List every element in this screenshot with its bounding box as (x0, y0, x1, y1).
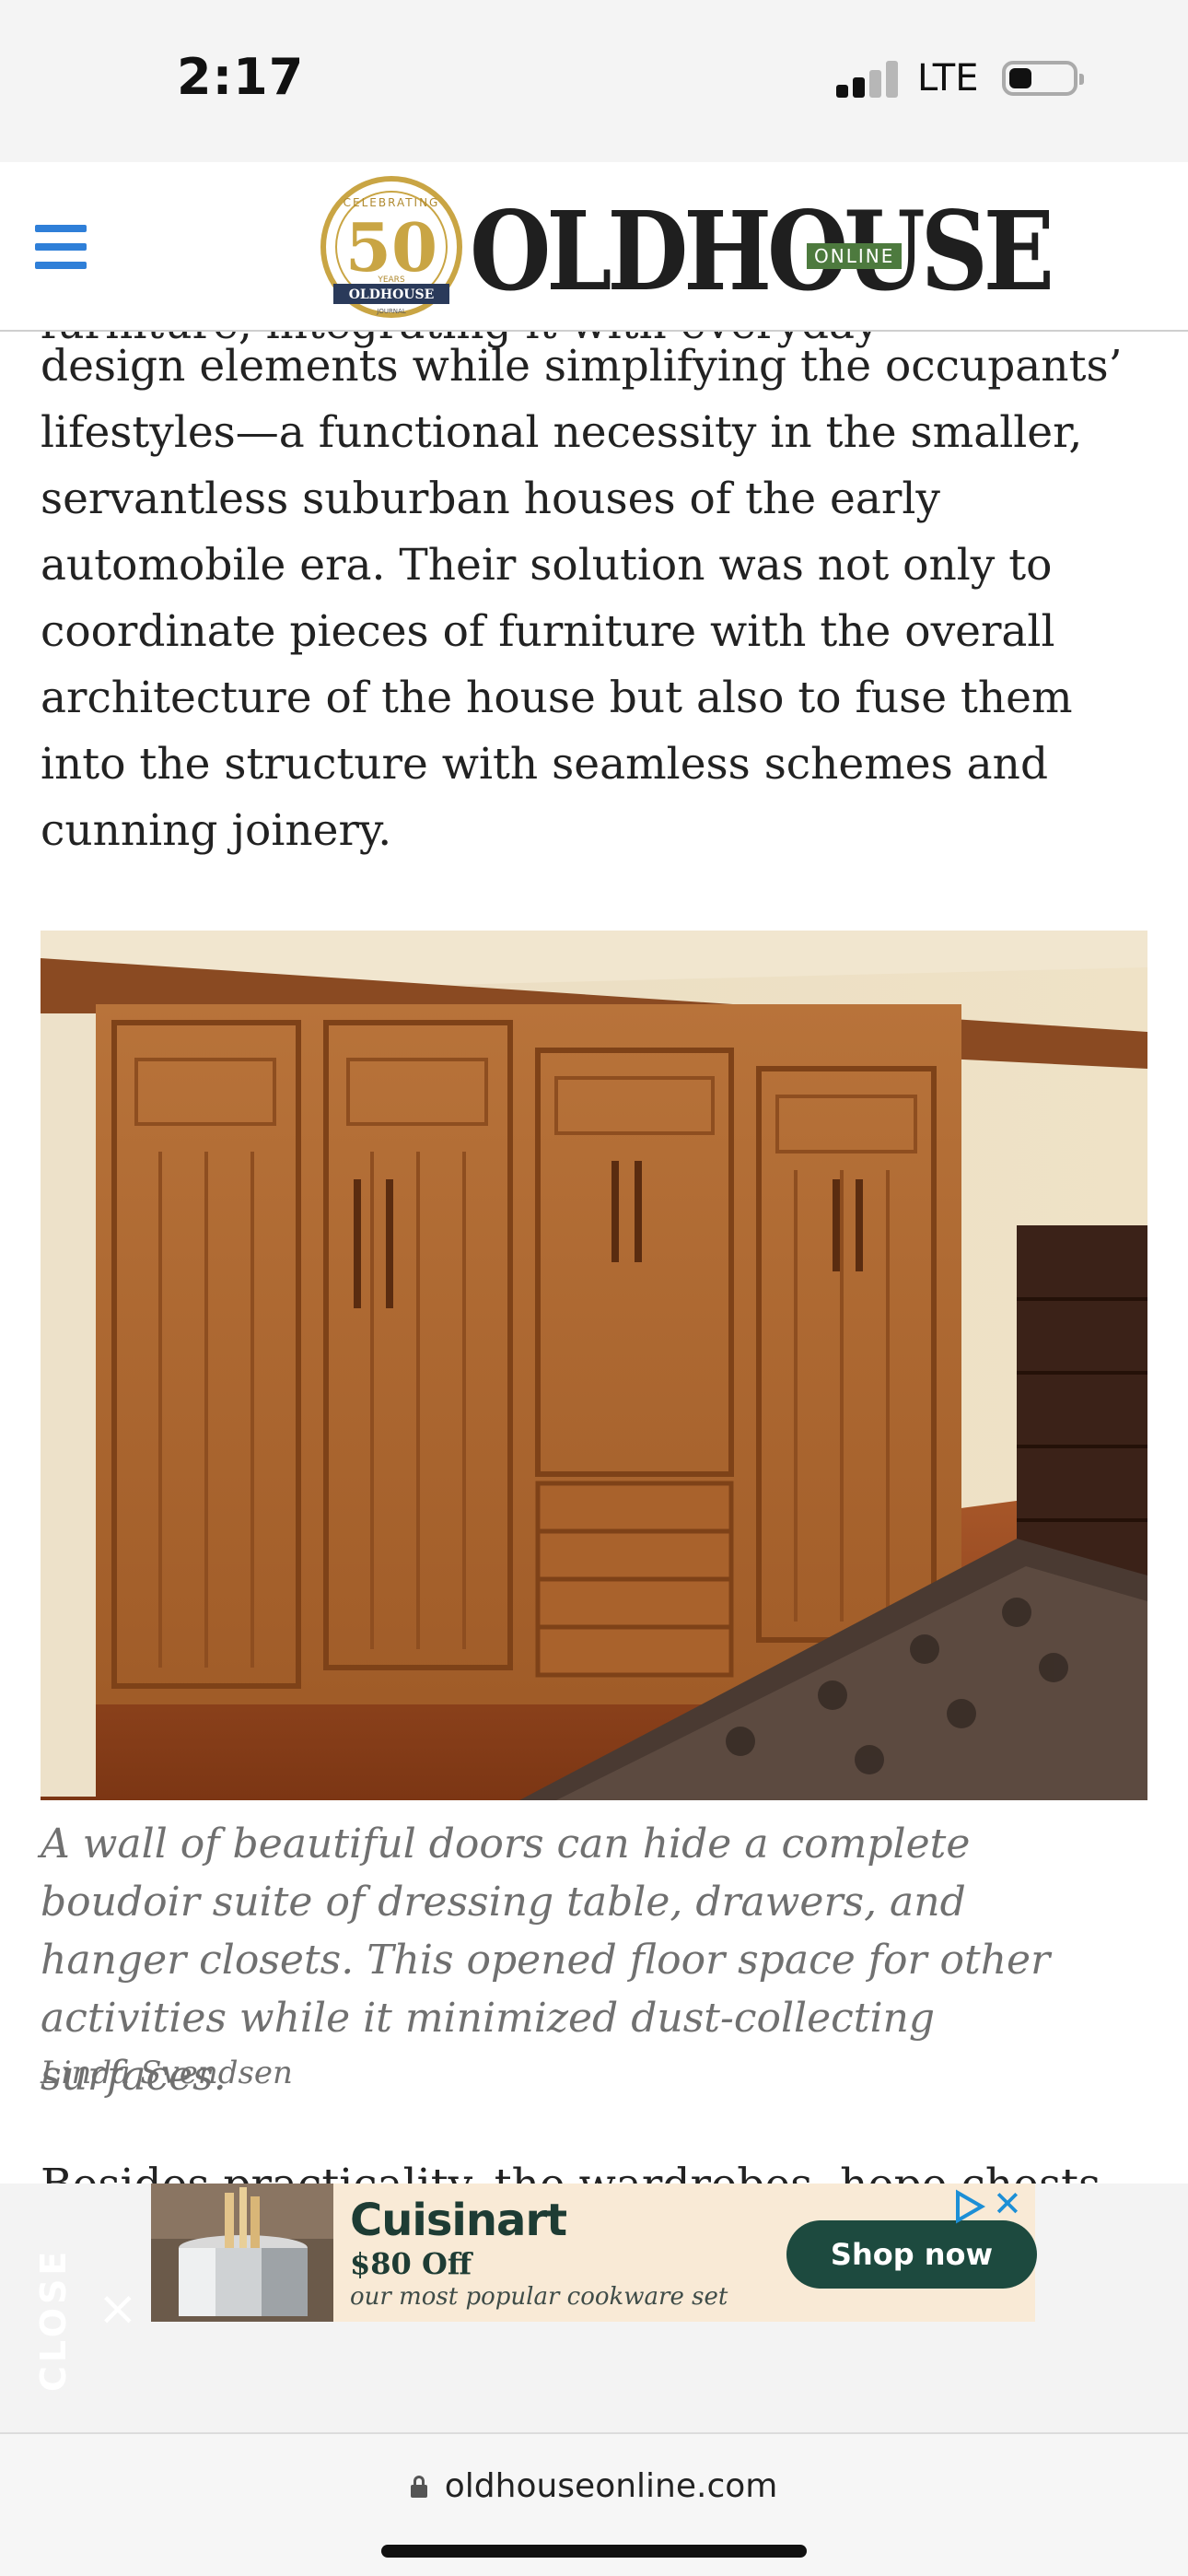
article-photo[interactable] (41, 931, 1147, 1800)
ad-close-icon[interactable]: × (98, 2281, 138, 2336)
ad-offer: $80 Off (350, 2246, 472, 2281)
adchoices-icon[interactable] (950, 2189, 985, 2224)
battery-icon (1002, 61, 1084, 96)
url-text[interactable]: oldhouseonline.com (445, 2467, 778, 2505)
photo-credit: Linda Svendsen (41, 2055, 293, 2091)
svg-text:CELEBRATING: CELEBRATING (344, 196, 440, 209)
article-paragraph: design elements while simplifying the oc… (41, 341, 1123, 856)
article-paragraph-next: Besides practicality, the wardrobes, hop… (41, 2152, 1155, 2184)
article-body: furniture, integrating it with everyday … (0, 332, 1188, 2184)
ad-brand: Cuisinart (350, 2195, 567, 2246)
menu-icon[interactable] (35, 225, 87, 269)
site-header: CELEBRATING 50 YEARS OLDHOUSE JOURNAL OL… (0, 162, 1188, 332)
ad-dismiss-icon[interactable]: ✕ (993, 2184, 1022, 2224)
status-time: 2:17 (177, 48, 305, 106)
svg-text:JOURNAL: JOURNAL (376, 308, 406, 315)
svg-text:OLDHOUSE: OLDHOUSE (349, 287, 435, 302)
logo-online-tag: ONLINE (807, 243, 903, 269)
site-logo-wordmark[interactable]: OLDHOUSE (470, 197, 1054, 306)
shop-now-button[interactable]: Shop now (786, 2220, 1037, 2289)
browser-address-bar[interactable]: oldhouseonline.com (0, 2432, 1188, 2576)
cookware-pot-image (151, 2184, 333, 2322)
ad-close-label[interactable]: CLOSE (33, 2248, 74, 2392)
lock-icon (410, 2475, 427, 2498)
ad-subtext: our most popular cookware set (350, 2283, 728, 2311)
home-indicator[interactable] (381, 2545, 807, 2558)
svg-text:YEARS: YEARS (377, 275, 405, 285)
ad-banner[interactable]: Cuisinart $80 Off our most popular cookw… (151, 2184, 1037, 2322)
status-bar: 2:17 LTE (0, 0, 1188, 162)
anniversary-badge-logo[interactable]: CELEBRATING 50 YEARS OLDHOUSE JOURNAL (317, 175, 466, 322)
network-type: LTE (917, 57, 979, 100)
cellular-signal-icon (836, 61, 899, 98)
